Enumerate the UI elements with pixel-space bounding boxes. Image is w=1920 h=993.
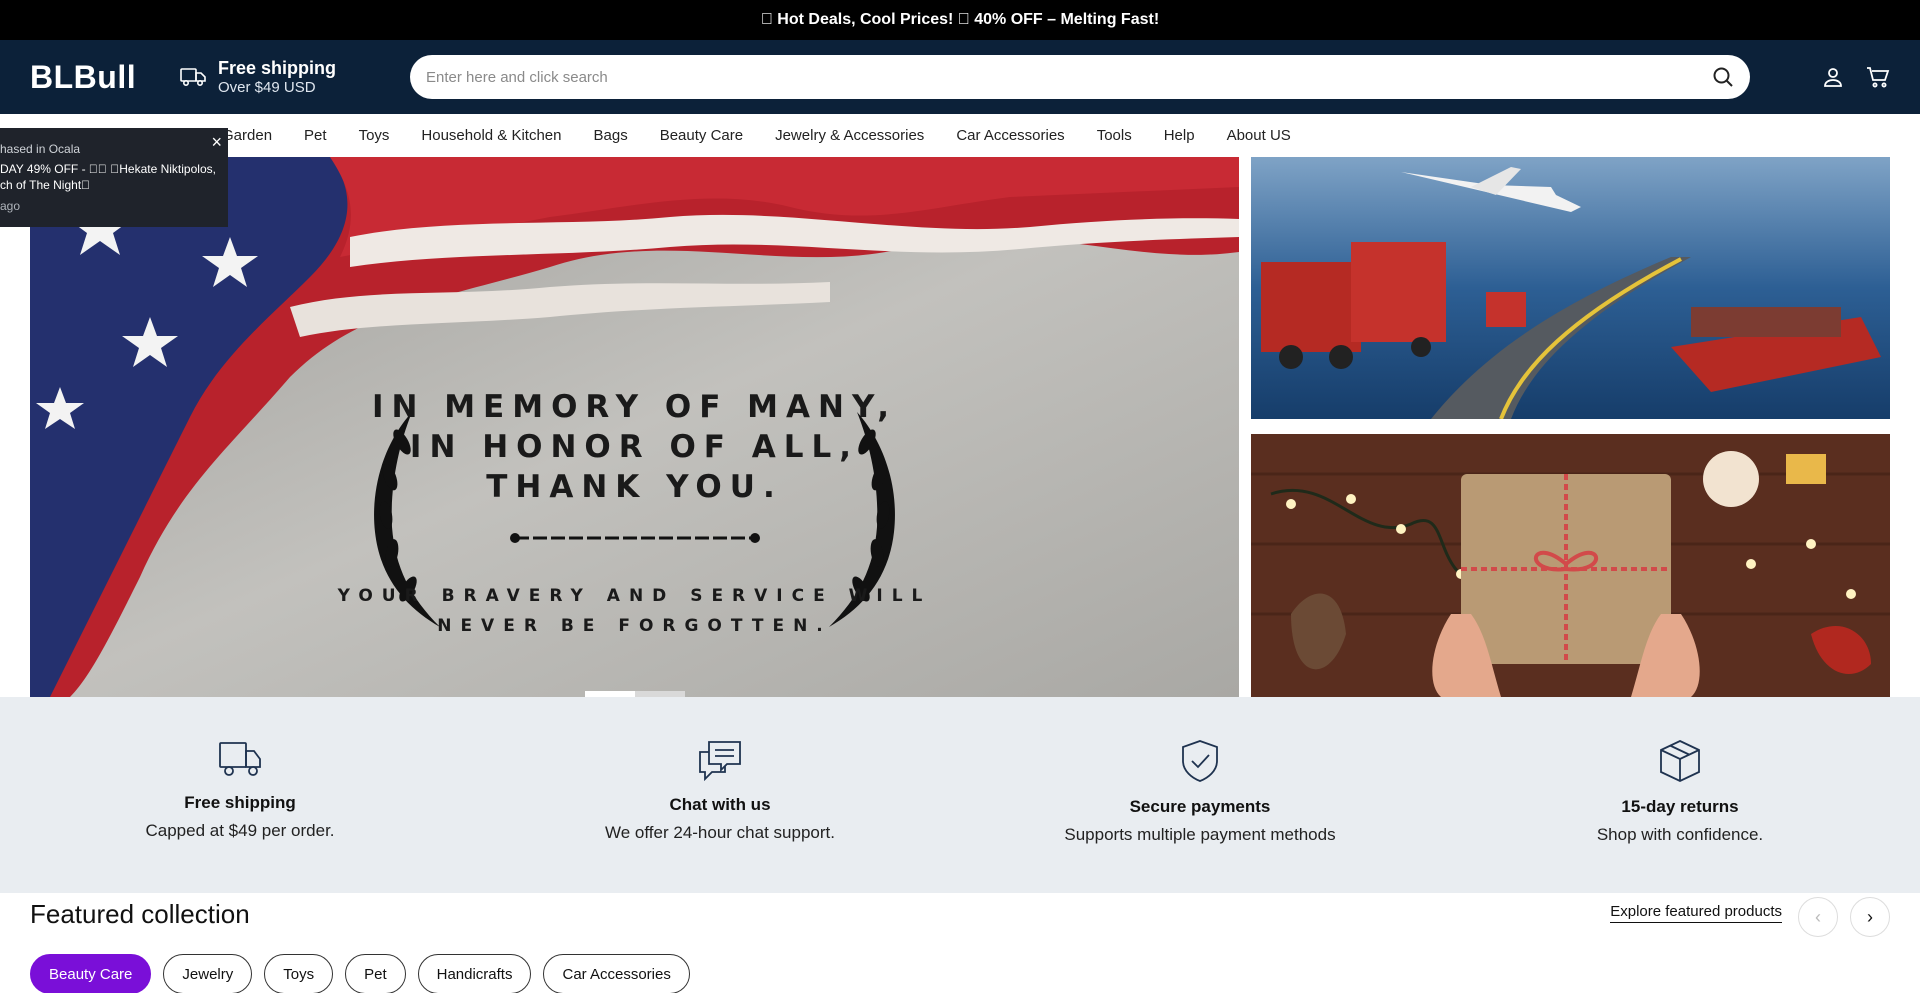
feature-free-shipping: Free shipping Capped at $49 per order. [0, 697, 480, 893]
announcement-bar:   Hot Deals, Cool Prices!   40% OFF – Me… [0, 0, 1920, 40]
shipping-subtitle: Over $49 USD [218, 79, 316, 96]
search-icon[interactable] [1712, 66, 1734, 88]
tab-handicrafts[interactable]: Handicrafts [417, 954, 532, 993]
feature-desc: Shop with confidence. [1596, 825, 1764, 844]
nav-item-bags[interactable]: Bags [594, 127, 628, 144]
toast-location: hased in Ocala [0, 142, 81, 156]
carousel-dot-active[interactable] [585, 691, 635, 697]
announcement-text:   Hot Deals, Cool Prices!   40% OFF – Me… [760, 11, 1160, 28]
shield-check-icon [1182, 740, 1218, 782]
nav-item-household[interactable]: Household & Kitchen [421, 127, 561, 144]
feature-title: Free shipping [184, 793, 296, 812]
feature-chat: Chat with us We offer 24-hour chat suppo… [480, 697, 960, 893]
tab-beauty-care[interactable]: Beauty Care [30, 954, 152, 993]
collection-tabs: Beauty Care Jewelry Toys Pet Handicrafts… [30, 954, 690, 993]
hero-section: IN MEMORY OF MANY, IN HONOR OF ALL, THAN… [0, 157, 1920, 697]
nav-item-garden[interactable]: Garden [222, 127, 272, 144]
cart-icon[interactable] [1866, 66, 1890, 88]
box-icon [1660, 740, 1700, 782]
close-icon[interactable]: × [211, 132, 222, 153]
account-icon[interactable] [1822, 66, 1844, 88]
search-input[interactable] [426, 68, 1712, 86]
shipping-title: Free shipping [218, 58, 337, 78]
feature-returns: 15-day returns Shop with confidence. [1440, 697, 1920, 893]
featured-collection: Featured collection Explore featured pro… [0, 893, 1920, 993]
nav-item-about[interactable]: About US [1227, 127, 1291, 144]
logistics-image [1251, 157, 1890, 419]
header-shipping: Free shipping Over $49 USD [180, 58, 410, 96]
gift-banner[interactable] [1251, 434, 1890, 697]
tab-pet[interactable]: Pet [345, 954, 406, 993]
search-bar [410, 55, 1750, 99]
toast-product-2: ch of The Night  [0, 178, 91, 192]
memorial-sub-1: YOUR BRAVERY AND SERVICE WILL [337, 586, 932, 606]
memorial-line-3: THANK YOU. [486, 469, 783, 505]
feature-title: 15-day returns [1621, 797, 1739, 816]
feature-desc: Capped at $49 per order. [145, 821, 335, 840]
memorial-line-2: IN HONOR OF ALL, [409, 429, 860, 465]
prev-arrow-button[interactable]: ‹ [1798, 897, 1838, 937]
nav-item-toys[interactable]: Toys [359, 127, 390, 144]
site-logo[interactable]: BLBull [30, 59, 180, 96]
carousel-dot[interactable] [635, 691, 685, 697]
main-nav: Garden Pet Toys Household & Kitchen Bags… [0, 114, 1920, 157]
tab-car-accessories[interactable]: Car Accessories [543, 954, 690, 993]
header-actions [1822, 66, 1890, 88]
toast-product-1: DAY 49% OFF -     Hekate Niktipolos, [0, 162, 216, 176]
site-header: BLBull Free shipping Over $49 USD [0, 40, 1920, 114]
nav-item-pet[interactable]: Pet [304, 127, 327, 144]
nav-item-jewelry[interactable]: Jewelry & Accessories [775, 127, 924, 144]
tab-jewelry[interactable]: Jewelry [163, 954, 253, 993]
shipping-banner[interactable] [1251, 157, 1890, 419]
memorial-subtext: YOUR BRAVERY AND SERVICE WILL NEVER BE F… [30, 581, 1239, 641]
explore-link[interactable]: Explore featured products [1610, 903, 1782, 923]
gift-image [1251, 434, 1890, 697]
feature-title: Secure payments [1129, 797, 1271, 816]
section-title: Featured collection [30, 899, 250, 929]
feature-desc: Supports multiple payment methods [1064, 825, 1336, 844]
hero-main-banner[interactable]: IN MEMORY OF MANY, IN HONOR OF ALL, THAN… [30, 157, 1239, 697]
tab-toys[interactable]: Toys [264, 954, 334, 993]
nav-item-help[interactable]: Help [1164, 127, 1195, 144]
truck-icon [180, 68, 206, 87]
features-strip: Free shipping Capped at $49 per order. C… [0, 697, 1920, 893]
carousel-dots [585, 691, 685, 697]
memorial-headline: IN MEMORY OF MANY, IN HONOR OF ALL, THAN… [30, 387, 1239, 507]
toast-time: ago [0, 199, 21, 213]
truck-icon [219, 742, 261, 776]
purchase-notification[interactable]: hased in Ocala DAY 49% OFF -     Hekate … [0, 128, 228, 227]
feature-secure: Secure payments Supports multiple paymen… [960, 697, 1440, 893]
chat-icon [699, 741, 741, 781]
memorial-sub-2: NEVER BE FORGOTTEN. [437, 616, 832, 636]
next-arrow-button[interactable]: › [1850, 897, 1890, 937]
nav-item-car[interactable]: Car Accessories [956, 127, 1064, 144]
nav-item-tools[interactable]: Tools [1097, 127, 1132, 144]
memorial-line-1: IN MEMORY OF MANY, [371, 389, 898, 425]
feature-desc: We offer 24-hour chat support. [605, 823, 835, 842]
feature-title: Chat with us [669, 795, 771, 814]
nav-item-beauty[interactable]: Beauty Care [660, 127, 743, 144]
